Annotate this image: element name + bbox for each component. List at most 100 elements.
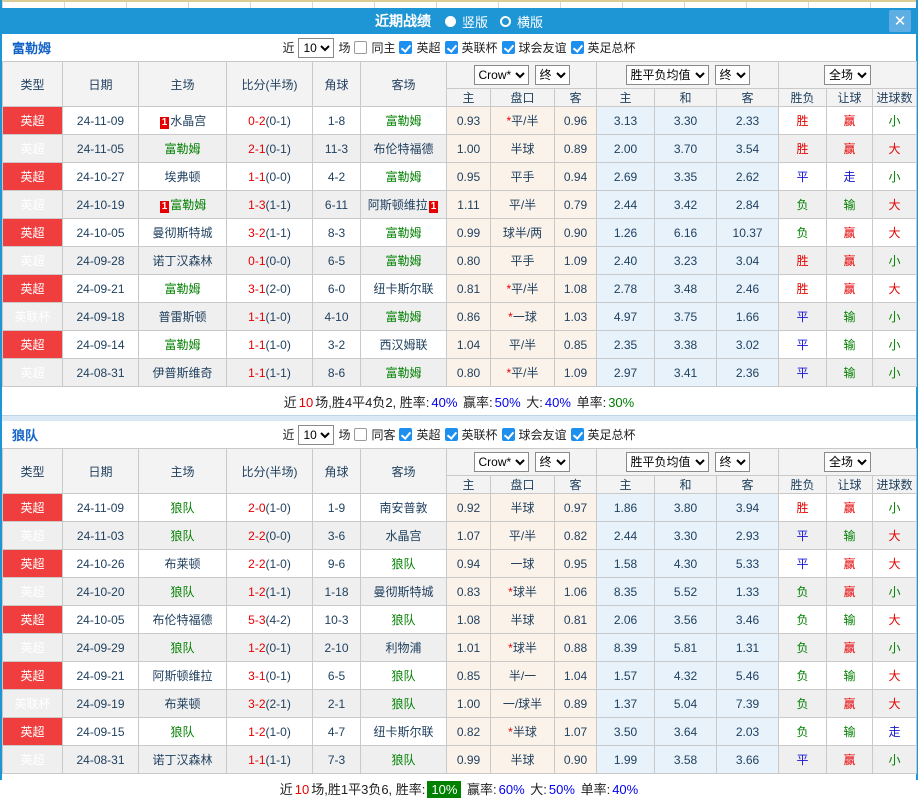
- scope-select[interactable]: 全场: [824, 65, 872, 85]
- recent-count-select[interactable]: 10: [298, 37, 335, 58]
- avg-away-odds: 3.66: [716, 745, 780, 774]
- half-time-score: (1-1): [265, 365, 291, 380]
- full-time-score: 1-1: [248, 309, 266, 324]
- match-score-cell: 1-2(1-0): [226, 717, 313, 746]
- summary-segment: 大:: [526, 782, 547, 797]
- sub-header-avg-away: 客: [716, 88, 780, 107]
- avg-away-odds: 7.39: [716, 689, 780, 718]
- sub-header-avg-home: 主: [596, 88, 656, 107]
- avg-away-odds: 3.54: [716, 134, 780, 163]
- handicap-cell: 半球: [490, 605, 555, 634]
- avg-stage-select[interactable]: 终: [714, 65, 750, 85]
- match-date: 24-10-20: [62, 577, 139, 606]
- odds-company-select[interactable]: Crow*: [473, 65, 529, 85]
- away-team: 西汉姆联: [379, 338, 428, 352]
- full-time-score: 1-2: [248, 724, 266, 739]
- avg-draw-odds: 5.81: [654, 633, 718, 662]
- home-team-cell: 狼队: [138, 521, 227, 550]
- avg-home-odds: 3.50: [596, 717, 656, 746]
- same-venue-checkbox[interactable]: [354, 41, 368, 54]
- half-time-score: (0-1): [265, 113, 291, 128]
- match-score-cell: 2-0(1-0): [226, 493, 313, 522]
- result-cell: 负: [778, 689, 828, 718]
- match-score-cell: 1-1(1-0): [226, 330, 313, 359]
- table-row: 英超 24-09-15 狼队 1-2(1-0) 4-7 纽卡斯尔联 0.82 *半球 1.07 3…: [2, 717, 918, 746]
- competition-checkbox[interactable]: [399, 428, 413, 441]
- near-label: 近: [282, 428, 295, 442]
- vertical-radio-icon[interactable]: [444, 15, 456, 27]
- goals-cell: 大: [872, 689, 918, 718]
- home-team: 富勒姆: [164, 282, 201, 296]
- handicap-result-cell: 赢: [826, 633, 874, 662]
- sub-header-result: 胜负: [778, 475, 828, 494]
- competition-checkbox[interactable]: [501, 41, 515, 54]
- away-team: 南安普敦: [379, 501, 428, 515]
- home-team-cell: 诺丁汉森林: [138, 246, 227, 275]
- handicap-cell: *平/半: [490, 106, 555, 135]
- match-score-cell: 3-2(1-1): [226, 218, 313, 247]
- home-team-cell: 曼彻斯特城: [138, 218, 227, 247]
- match-date: 24-08-31: [62, 745, 139, 774]
- handicap-result-cell: 输: [826, 302, 874, 331]
- handicap-value: 平/半: [508, 529, 537, 543]
- handicap-cell: *半球: [490, 717, 555, 746]
- avg-home-odds: 1.58: [596, 549, 656, 578]
- competition-label: 英足总杯: [587, 428, 636, 442]
- home-team-cell: 狼队: [138, 577, 227, 606]
- handicap-value: 平/半: [511, 114, 539, 128]
- recent-count-select[interactable]: 10: [298, 424, 335, 445]
- match-score-cell: 0-2(0-1): [226, 106, 313, 135]
- table-row: 英超 24-10-20 狼队 1-2(1-1) 1-18 曼彻斯特城 0.83 *球半 1.06…: [2, 577, 918, 606]
- away-team-cell: 南安普敦: [360, 493, 447, 522]
- competition-checkbox[interactable]: [444, 428, 458, 441]
- handicap-value: 球半: [512, 641, 537, 655]
- horizontal-radio-label[interactable]: 横版: [517, 12, 543, 31]
- match-score-cell: 3-1(2-0): [226, 274, 313, 303]
- avg-metric-select[interactable]: 胜平负均值: [625, 452, 709, 472]
- home-team-cell: 埃弗顿: [138, 162, 227, 191]
- scope-select[interactable]: 全场: [824, 452, 872, 472]
- horizontal-radio-icon[interactable]: [500, 15, 511, 27]
- vertical-radio-label[interactable]: 竖版: [462, 12, 488, 31]
- odds-company-select[interactable]: Crow*: [473, 452, 529, 472]
- half-time-score: (1-1): [265, 584, 291, 599]
- competition-checkbox[interactable]: [399, 41, 413, 54]
- avg-home-odds: 1.99: [596, 745, 656, 774]
- avg-draw-odds: 3.30: [654, 106, 718, 135]
- odds-away: 1.06: [553, 577, 598, 606]
- half-time-score: (0-1): [265, 141, 291, 156]
- filter-bar: 近 10 场 同客 英超 英联杯 球会友谊 英足总杯: [282, 424, 636, 445]
- away-team: 阿斯顿维拉: [367, 198, 428, 212]
- result-cell: 负: [778, 717, 828, 746]
- avg-away-odds: 2.93: [716, 521, 780, 550]
- handicap-cell: *平/半: [490, 274, 555, 303]
- competition-checkbox[interactable]: [570, 41, 584, 54]
- half-time-score: (1-0): [265, 724, 291, 739]
- competition-checkbox[interactable]: [570, 428, 584, 441]
- odds-away: 0.90: [553, 218, 598, 247]
- corner-score: 8-6: [312, 358, 361, 387]
- home-team-cell: 1 水晶宫: [138, 106, 227, 135]
- odds-stage-select[interactable]: 终: [534, 65, 570, 85]
- avg-home-odds: 2.35: [596, 330, 656, 359]
- corner-score: 3-2: [312, 330, 361, 359]
- odds-stage-select[interactable]: 终: [534, 452, 570, 472]
- competition-label: 英超: [416, 428, 441, 442]
- corner-score: 6-0: [312, 274, 361, 303]
- handicap-cell: 半球: [490, 493, 555, 522]
- close-icon[interactable]: ✕: [889, 10, 911, 32]
- avg-stage-select[interactable]: 终: [714, 452, 750, 472]
- avg-away-odds: 2.03: [716, 717, 780, 746]
- col-header-corner: 角球: [312, 448, 361, 494]
- table-row: 英超 24-11-09 狼队 2-0(1-0) 1-9 南安普敦 0.92 半球 0.97 1.8…: [2, 493, 918, 522]
- handicap-result-cell: 赢: [826, 689, 874, 718]
- avg-metric-select[interactable]: 胜平负均值: [625, 65, 709, 85]
- competition-checkbox[interactable]: [501, 428, 515, 441]
- handicap-result-cell: 输: [826, 605, 874, 634]
- result-cell: 胜: [778, 106, 828, 135]
- col-header-score: 比分(半场): [226, 448, 313, 494]
- match-score-cell: 2-2(1-0): [226, 549, 313, 578]
- match-date: 24-09-28: [62, 246, 139, 275]
- competition-checkbox[interactable]: [444, 41, 458, 54]
- same-venue-checkbox[interactable]: [354, 428, 368, 441]
